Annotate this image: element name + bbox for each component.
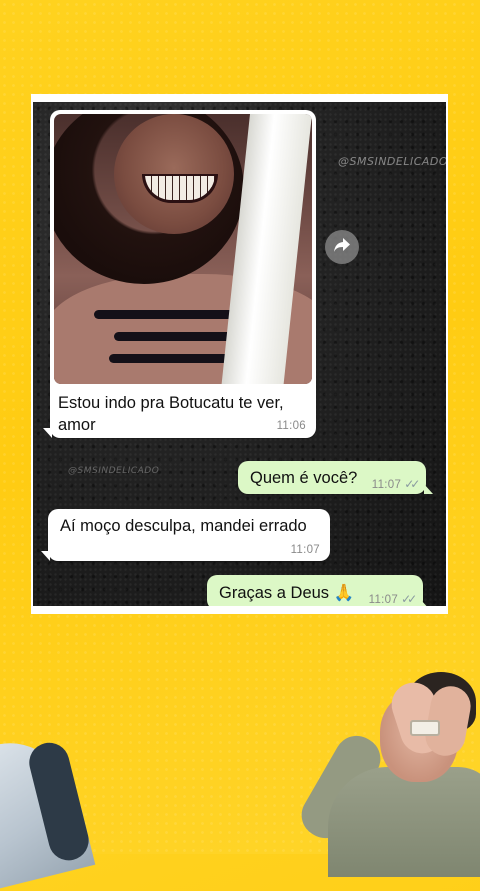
message-time: 11:07 [290,544,320,556]
message-time: 11:07 [371,479,402,491]
message-time: 11:07 [368,594,399,606]
message-text: Aí moço desculpa, mandei errado [60,517,307,535]
outgoing-message[interactable]: Quem é você? 11:07 ✓✓ [238,461,434,494]
chat-screenshot-frame: @SMSINDELICADO @SMSINDELICADO Estou indo… [31,94,448,614]
incoming-message[interactable]: Aí moço desculpa, mandei errado 11:07 [41,509,330,561]
read-receipt-icon: ✓✓ [401,592,417,606]
outgoing-message[interactable]: Graças a Deus 🙏 11:07 ✓✓ [207,575,431,606]
watermark: @SMSINDELICADO [338,155,446,168]
wristwatch [410,720,440,736]
photo-attachment[interactable] [54,114,312,384]
message-text: Graças a Deus 🙏 [219,584,355,602]
relieved-man-cutout [293,672,480,877]
incoming-image-message[interactable]: Estou indo pra Botucatu te ver, amor 11:… [43,110,316,438]
chat-area: @SMSINDELICADO @SMSINDELICADO Estou indo… [33,102,446,606]
watermark: @SMSINDELICADO [68,466,160,476]
message-time: 11:06 [276,420,306,432]
message-text: Quem é você? [250,469,358,487]
message-text: Estou indo pra Botucatu te ver, amor [58,394,284,434]
forward-icon [333,237,351,258]
forward-button[interactable] [325,230,359,264]
read-receipt-icon: ✓✓ [404,477,420,491]
